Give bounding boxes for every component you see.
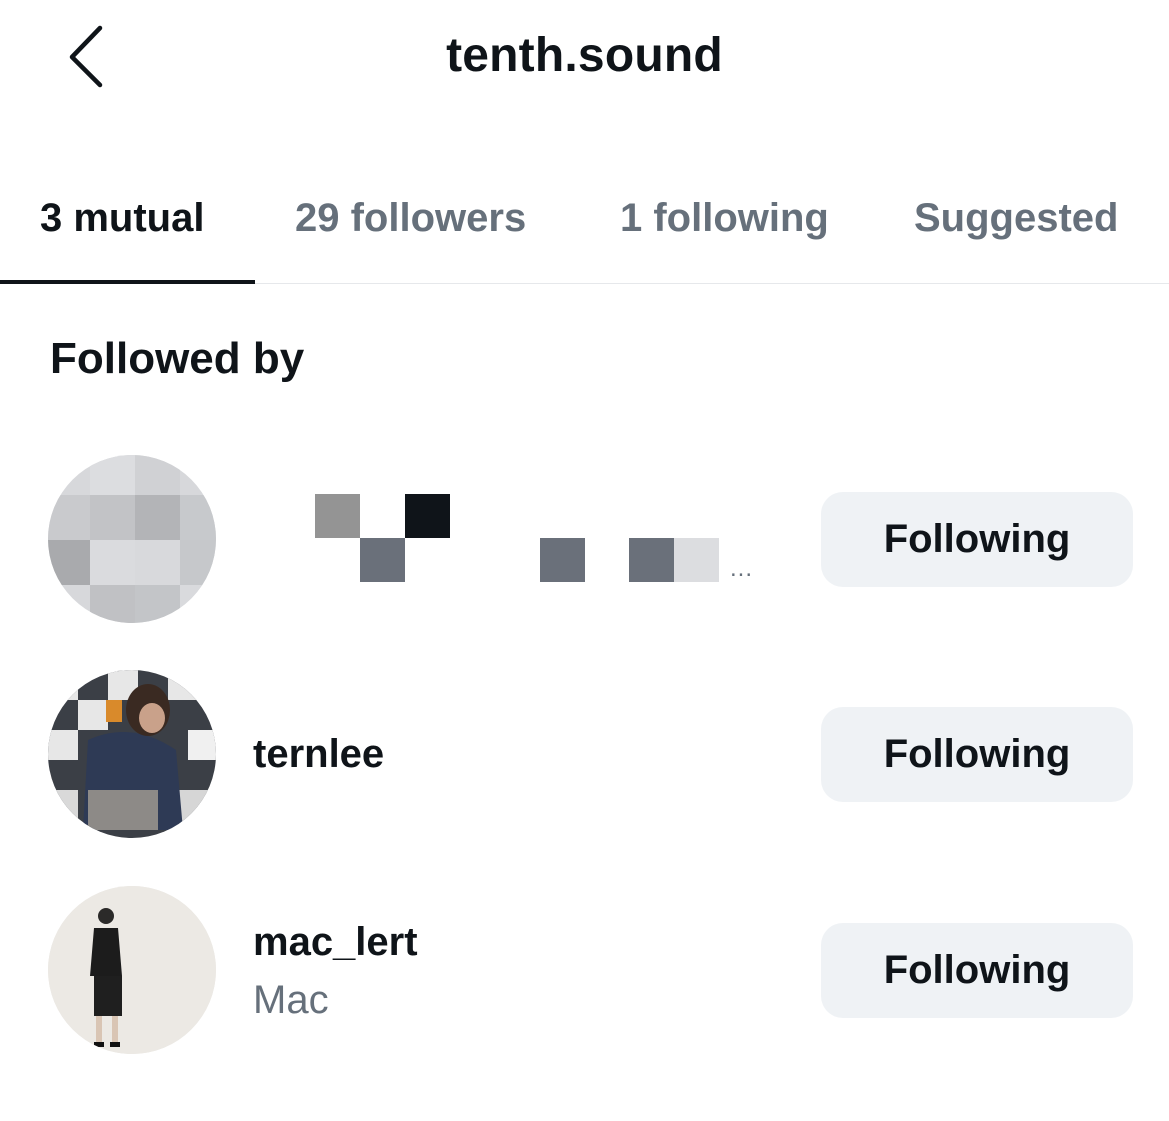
tab-bar: 3 mutual 29 followers 1 following Sugges… <box>0 175 1169 284</box>
censored-name-block <box>540 538 585 582</box>
active-tab-indicator <box>0 280 255 284</box>
censored-name-block <box>674 538 719 582</box>
user-row-ternlee: ternlee Following <box>0 670 1169 840</box>
tab-suggested[interactable]: Suggested <box>914 193 1118 243</box>
section-title: Followed by <box>50 334 305 383</box>
header: tenth.sound <box>0 0 1169 120</box>
full-name: Mac <box>253 978 329 1022</box>
username[interactable]: mac_lert <box>253 918 418 966</box>
following-button[interactable]: Following <box>821 707 1133 802</box>
profile-photo-image <box>48 670 216 838</box>
page-title: tenth.sound <box>446 29 723 82</box>
censored-name-block <box>629 538 674 582</box>
profile-photo-image <box>48 886 216 1054</box>
following-button[interactable]: Following <box>821 923 1133 1018</box>
following-button[interactable]: Following <box>821 492 1133 587</box>
censored-name-block <box>315 494 360 538</box>
tab-following[interactable]: 1 following <box>620 193 829 243</box>
user-row-censored: Following <box>0 455 1169 625</box>
pixelated-avatar-image <box>48 455 216 623</box>
user-row-mac-lert: mac_lert Mac Following <box>0 886 1169 1056</box>
user-avatar-mac-lert[interactable] <box>48 886 216 1054</box>
truncation-ellipsis: ... <box>730 555 754 582</box>
tab-mutual[interactable]: 3 mutual <box>40 193 204 243</box>
tab-followers[interactable]: 29 followers <box>295 193 526 243</box>
censored-name-block <box>405 494 450 538</box>
user-avatar-censored[interactable] <box>48 455 216 623</box>
username[interactable]: ternlee <box>253 730 384 778</box>
censored-name-block <box>360 538 405 582</box>
user-avatar-ternlee[interactable] <box>48 670 216 838</box>
